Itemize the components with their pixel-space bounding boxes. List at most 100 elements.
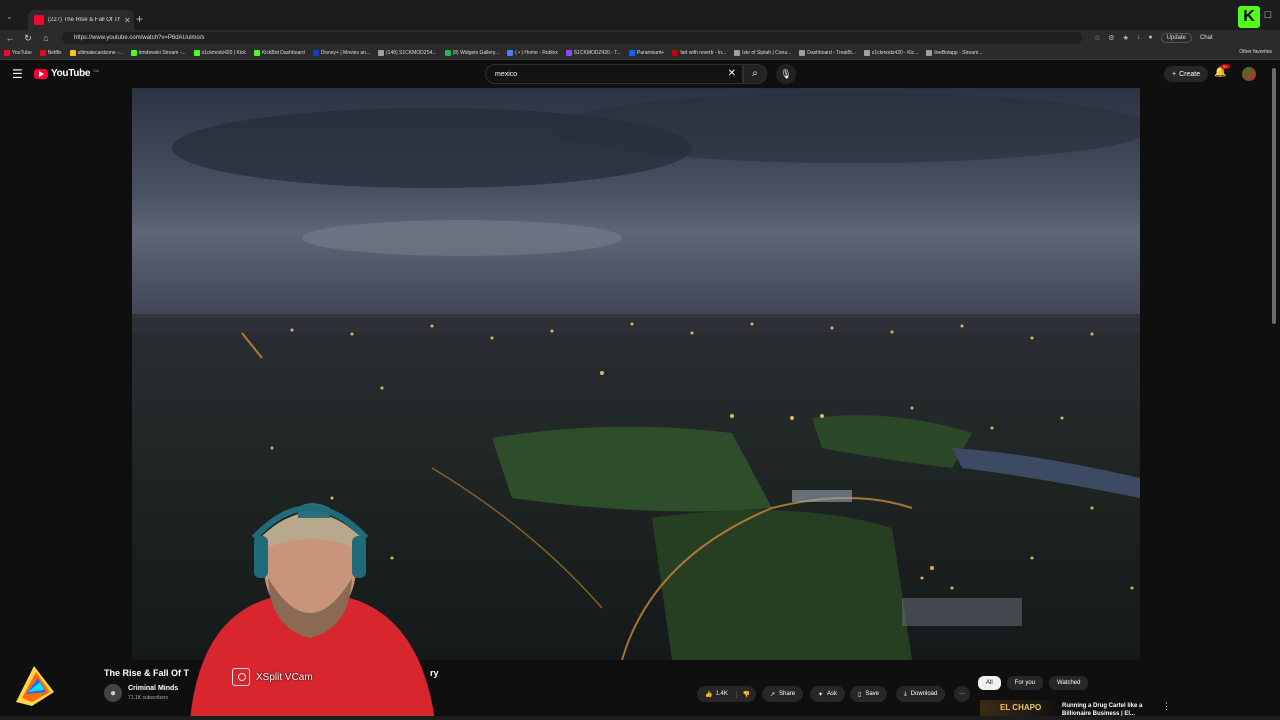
bookmark-item[interactable]: Disney+ | Movies an... [312, 49, 370, 56]
bookmark-favicon-icon [130, 49, 137, 56]
chip-all[interactable]: All [978, 676, 1001, 690]
page-scrollbar[interactable] [1272, 68, 1276, 324]
save-button[interactable]: ▯ Save [850, 686, 887, 702]
tab-title: (227) The Rise & Fall Of The [48, 17, 120, 23]
bookmark-favicon-icon [507, 49, 514, 56]
bookmark-favicon-icon [863, 49, 870, 56]
youtube-logo[interactable]: YouTube CA [34, 68, 99, 79]
bookmark-label: Netflix [47, 49, 62, 56]
thumbs-up-icon: 👍 [705, 691, 713, 698]
bookmark-item[interactable]: Isle of Siptah | Cona... [734, 49, 791, 56]
bookmark-item[interactable]: Dashboard - Treat5t... [799, 49, 856, 56]
update-button[interactable]: Update [1160, 33, 1192, 43]
bookmark-item[interactable]: YouTube [4, 49, 32, 56]
bookmark-favicon-icon [253, 49, 260, 56]
bookmark-favicon-icon [69, 49, 76, 56]
bookmark-label: KickBot Dashboard [261, 49, 305, 56]
menu-icon[interactable]: ☰ [12, 67, 23, 81]
channel-name[interactable]: Criminal Minds [128, 685, 178, 692]
bookmark-item[interactable]: S1CKMODZ420 - T... [565, 49, 621, 56]
bookmark-favicon-icon [628, 49, 635, 56]
url-bar[interactable]: https://www.youtube.com/watch?v=P6dAUulm… [62, 32, 1082, 44]
back-icon[interactable]: ← [2, 33, 18, 43]
download-icon[interactable]: ↓ [1137, 34, 1141, 42]
bookmark-item[interactable]: timdewski Stream -... [130, 49, 186, 56]
chat-button[interactable]: Chat [1200, 35, 1213, 41]
bookmark-favicon-icon [39, 49, 46, 56]
download-arrow-icon: ⤓ [904, 690, 907, 697]
bookmark-label: (8) Widgets Gallery... [452, 49, 500, 56]
share-button[interactable]: ↗ Share [762, 686, 804, 702]
refresh-icon[interactable]: ↻ [20, 33, 36, 44]
bookmark-item[interactable]: KickBot Dashboard [253, 49, 305, 56]
new-tab-icon[interactable]: + [136, 12, 143, 26]
favorites-icon[interactable]: ★ [1123, 34, 1129, 42]
ask-button[interactable]: ✦ Ask [810, 686, 846, 702]
bookmarks-bar: YouTube Netflix ultimatecardzone -... timde… [0, 46, 1280, 60]
bookmark-item[interactable]: Paramount+ [628, 49, 665, 56]
tab-search-icon[interactable]: ⌄ [6, 12, 13, 21]
profile-icon[interactable]: ● [1148, 34, 1152, 42]
chip-for-you[interactable]: For you [1006, 676, 1044, 690]
share-icon: ↗ [770, 691, 776, 698]
thumbs-down-icon: 👎 [742, 691, 751, 698]
bookmark-item[interactable]: fart with reverb - In... [672, 49, 727, 56]
like-button[interactable]: 👍 1.4K [697, 690, 737, 698]
notifications-button[interactable]: 🔔 9+ [1214, 64, 1230, 78]
bookmark-favicon-icon [444, 49, 451, 56]
bookmark-item[interactable]: ultimatecardzone -... [69, 49, 123, 56]
bookmark-label: ( • ) Home - Roblox [515, 49, 558, 56]
bookmark-item[interactable]: liveBotapp - Stream... [926, 49, 982, 56]
download-label: Download [910, 691, 938, 697]
dislike-button[interactable]: 👎 [737, 691, 756, 698]
youtube-favicon-icon [34, 15, 44, 25]
home-icon[interactable]: ⌂ [38, 33, 54, 43]
bottom-edge [0, 716, 1280, 720]
browser-tab-active[interactable]: (227) The Rise & Fall Of The ✕ [28, 10, 134, 30]
create-button[interactable]: + Create [1164, 66, 1209, 82]
download-button[interactable]: ⤓ Download [896, 686, 946, 702]
channel-avatar[interactable]: ● [104, 684, 122, 702]
stream-overlay-logo [16, 666, 54, 706]
close-tab-icon[interactable]: ✕ [124, 16, 134, 25]
subscriber-count: 71.1K subscribers [128, 695, 169, 701]
bookmark-label: (148) S1CKMODZ54... [386, 49, 437, 56]
bookmark-item[interactable]: Netflix [39, 49, 62, 56]
recommended-more-icon[interactable]: ⋮ [1162, 701, 1171, 712]
bookmark-favicon-icon [378, 49, 384, 56]
search-value: mexico [495, 70, 518, 78]
youtube-masthead: ☰ YouTube CA mexico ✕ ⌕ 🎙 + Create 🔔 9+ [0, 60, 1280, 88]
bookmark-item[interactable]: s1ckmodz420 | Kick [193, 49, 246, 56]
star-icon[interactable]: ☆ [1094, 34, 1100, 42]
bookmark-icon: ▯ [858, 691, 862, 698]
user-icon: ● [109, 687, 117, 699]
search-button[interactable]: ⌕ [743, 64, 767, 84]
account-avatar[interactable] [1242, 67, 1256, 81]
bookmark-label: ultimatecardzone -... [77, 49, 123, 56]
bookmark-label: fart with reverb - In... [680, 49, 727, 56]
screen: ⌄ (227) The Rise & Fall Of The ✕ + – ☐ ←… [0, 0, 1280, 720]
xsplit-label: XSplit VCam [256, 671, 313, 683]
like-count: 1.4K [715, 690, 728, 697]
chip-watched[interactable]: Watched [1049, 676, 1089, 690]
search-icon: ⌕ [752, 68, 758, 79]
bookmark-label: S1CKMODZ420 - T... [573, 49, 621, 56]
more-actions-button[interactable]: ··· [954, 686, 970, 702]
other-favorites[interactable]: Other favorites [1239, 49, 1272, 55]
bookmark-label: Paramount+ [636, 49, 665, 56]
bookmark-item[interactable]: s1ckmodz420 - Kic... [863, 49, 918, 56]
extension-icon[interactable]: ⚙ [1108, 34, 1114, 42]
bookmark-item[interactable]: ( • ) Home - Roblox [507, 49, 558, 56]
bookmark-label: YouTube [12, 49, 32, 56]
voice-search-button[interactable]: 🎙 [776, 64, 796, 84]
share-label: Share [779, 691, 796, 697]
video-title: The Rise & Fall Of T [104, 668, 190, 678]
youtube-play-icon [34, 68, 48, 79]
bookmark-item[interactable]: (148) S1CKMODZ54... [378, 49, 437, 56]
maximize-icon[interactable]: ☐ [1264, 10, 1272, 21]
sparkle-icon: ✦ [818, 691, 824, 698]
bookmark-item[interactable]: (8) Widgets Gallery... [444, 49, 500, 56]
search-input[interactable]: mexico ✕ [485, 64, 743, 84]
bookmark-favicon-icon [565, 49, 572, 56]
clear-search-icon[interactable]: ✕ [728, 68, 736, 79]
